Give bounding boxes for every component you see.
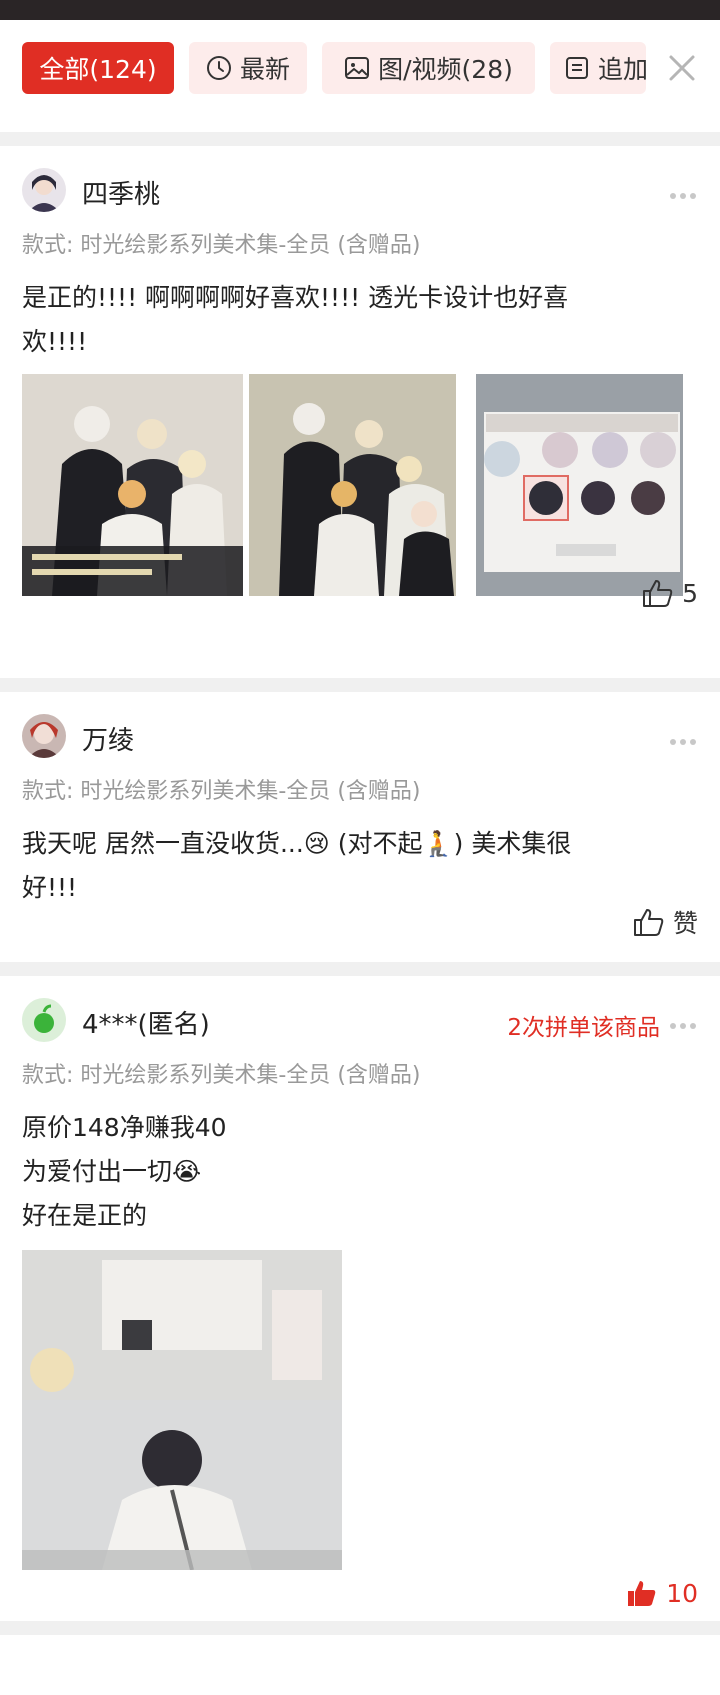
section-divider	[0, 678, 720, 692]
close-icon[interactable]	[664, 50, 700, 86]
note-icon	[566, 57, 588, 79]
review-photo[interactable]	[22, 374, 243, 596]
review-line: 是正的!!!! 啊啊啊啊好喜欢!!!! 透光卡设计也好喜	[22, 283, 569, 312]
review-line: 好!!!	[22, 873, 78, 902]
review-line: 欢!!!!	[22, 327, 88, 356]
like-count: 5	[682, 578, 698, 608]
product-spec: 款式: 时光绘影系列美术集-全员 (含赠品)	[22, 1063, 421, 1088]
thumbs-up-filled-icon	[628, 1581, 656, 1606]
more-options-icon[interactable]	[670, 184, 700, 199]
like-button[interactable]: 赞	[633, 904, 698, 940]
avatar[interactable]	[22, 998, 66, 1042]
review-card: 万绫 款式: 时光绘影系列美术集-全员 (含赠品) 我天呢 居然一直没收货...…	[0, 692, 720, 962]
review-line: 我天呢 居然一直没收货...😢 (对不起🧎) 美术集很	[22, 829, 572, 858]
username[interactable]: 4***(匿名)	[82, 1004, 210, 1041]
username[interactable]: 四季桃	[82, 174, 160, 211]
review-text: 是正的!!!! 啊啊啊啊好喜欢!!!! 透光卡设计也好喜 欢!!!!	[0, 270, 720, 364]
filter-latest-chip[interactable]: 最新	[189, 42, 307, 94]
review-photo[interactable]	[476, 374, 697, 596]
review-photo[interactable]	[22, 1250, 342, 1570]
review-line: 原价148净赚我40	[22, 1113, 227, 1142]
section-divider	[0, 1621, 720, 1635]
filter-media-chip[interactable]: 图/视频(28)	[322, 42, 535, 94]
status-bar	[0, 0, 720, 20]
more-options-icon[interactable]	[670, 1014, 700, 1029]
filter-append-chip[interactable]: 追加	[550, 42, 646, 94]
thumbs-up-icon	[643, 580, 673, 607]
review-images	[0, 364, 720, 596]
filter-media-label: 图/视频(28)	[378, 55, 513, 84]
filter-append-label: 追加	[598, 55, 646, 84]
review-card: 四季桃 款式: 时光绘影系列美术集-全员 (含赠品) 是正的!!!! 啊啊啊啊好…	[0, 146, 720, 678]
like-count: 10	[666, 1578, 698, 1608]
filter-latest-label: 最新	[239, 55, 290, 84]
review-line: 好在是正的	[22, 1201, 148, 1230]
like-label: 赞	[672, 909, 698, 938]
username[interactable]: 万绫	[82, 720, 134, 757]
section-divider	[0, 962, 720, 976]
product-spec: 款式: 时光绘影系列美术集-全员 (含赠品)	[22, 233, 421, 258]
thumbs-up-icon	[633, 909, 664, 936]
review-photo[interactable]	[249, 374, 470, 596]
filter-all-chip[interactable]: 全部(124)	[22, 42, 174, 94]
avatar[interactable]	[22, 714, 66, 758]
repeat-purchase-tag: 2次拼单该商品	[507, 1015, 660, 1041]
product-spec: 款式: 时光绘影系列美术集-全员 (含赠品)	[22, 779, 421, 804]
avatar[interactable]	[22, 168, 66, 212]
filter-all-label: 全部(124)	[39, 55, 157, 84]
section-divider	[0, 132, 720, 146]
filter-bar: 全部(124) 最新 图/视频(28) 追加	[0, 20, 720, 132]
review-line: 为爱付出一切😭	[22, 1157, 202, 1186]
clock-icon	[206, 56, 231, 80]
review-card: 4***(匿名) 2次拼单该商品 款式: 时光绘影系列美术集-全员 (含赠品) …	[0, 976, 720, 1621]
review-text: 原价148净赚我40 为爱付出一切😭 好在是正的	[0, 1100, 720, 1238]
more-options-icon[interactable]	[670, 730, 700, 745]
review-text: 我天呢 居然一直没收货...😢 (对不起🧎) 美术集很 好!!!	[0, 816, 720, 910]
like-button[interactable]: 10	[626, 1578, 698, 1608]
image-icon	[345, 57, 370, 79]
like-button[interactable]: 5	[642, 578, 698, 608]
